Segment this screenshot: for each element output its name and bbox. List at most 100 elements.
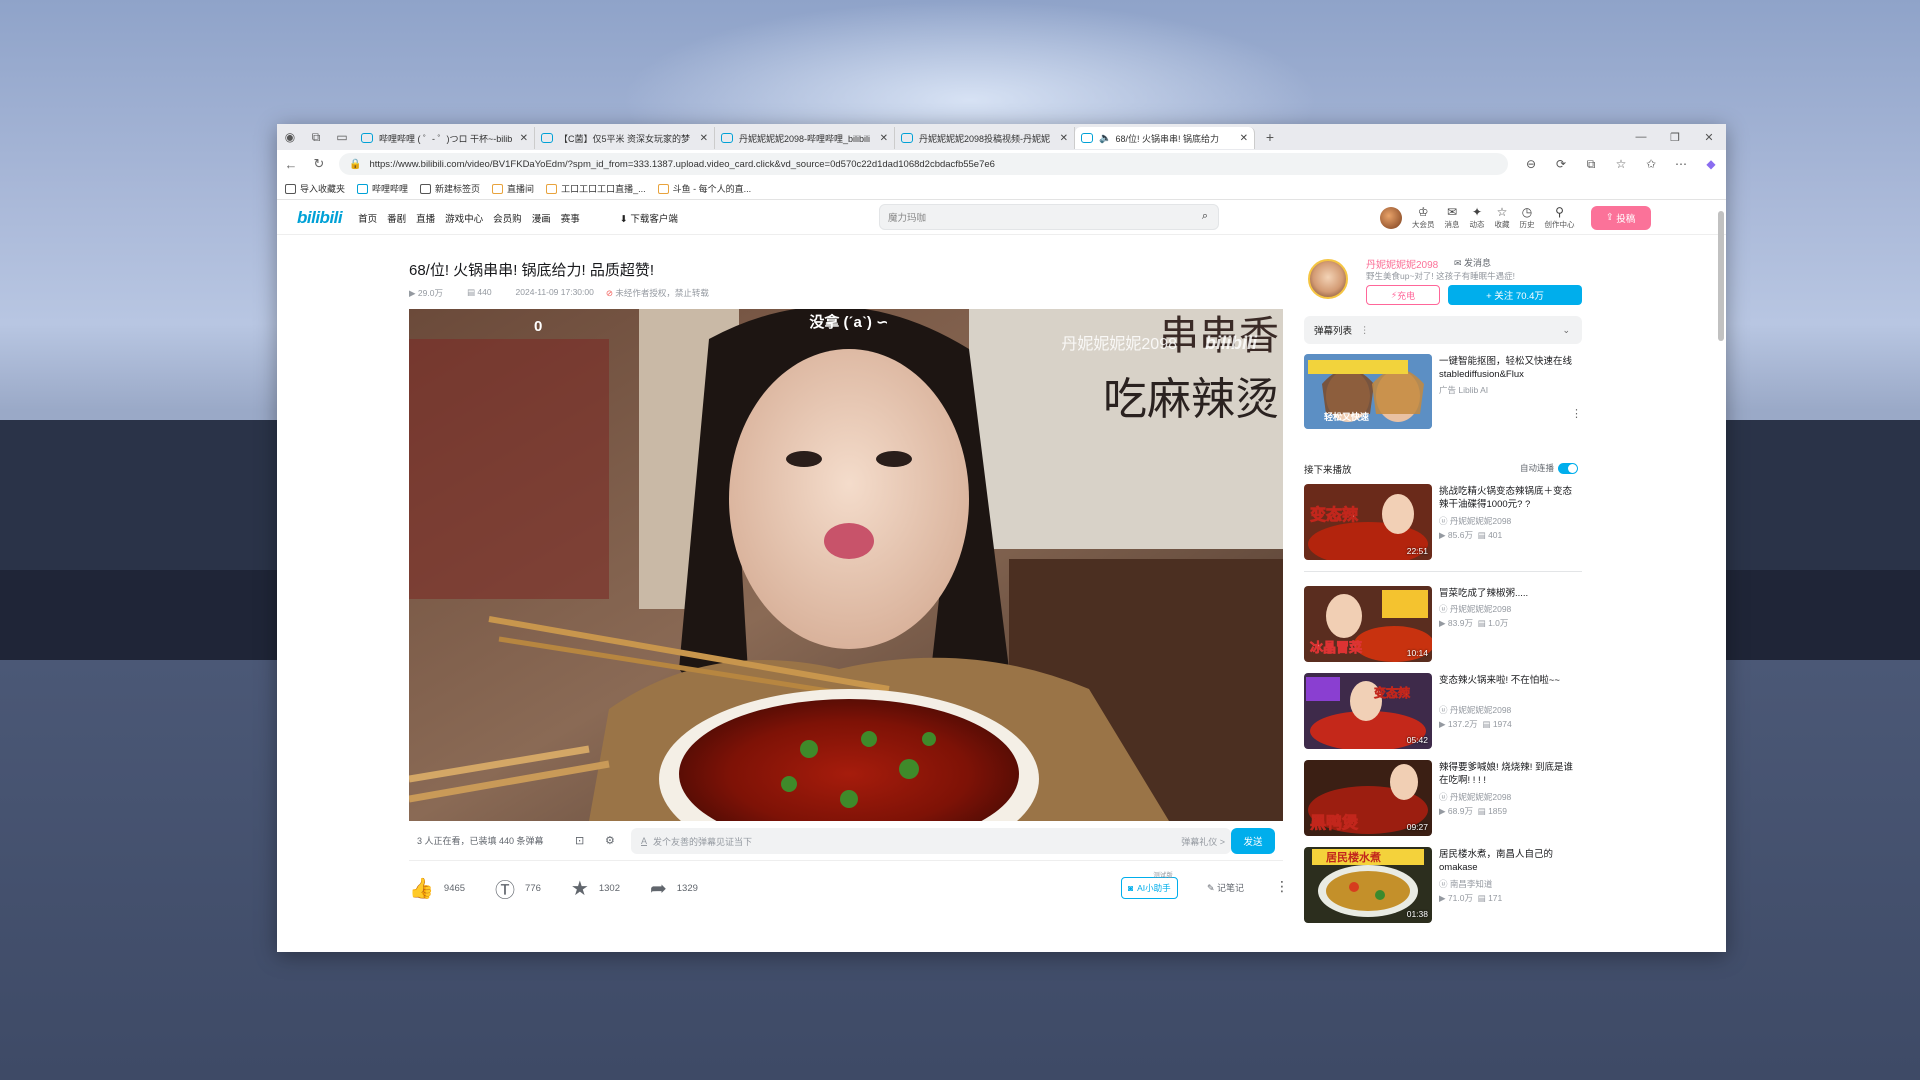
list-item[interactable]: 变态辣 22:51 挑战吃精火锅变态辣锅底＋变态辣干油碟得1000元? ? ⓤ … — [1304, 484, 1584, 564]
download-client-link[interactable]: ⬇ 下载客户端 — [620, 211, 688, 225]
video-thumbnail[interactable]: 冰晶冒菜 10:14 — [1304, 586, 1432, 662]
copilot-icon[interactable]: ◆ — [1696, 157, 1726, 172]
read-aloud-icon[interactable]: ⟳ — [1546, 157, 1576, 172]
note-button[interactable]: ✎ 记笔记 — [1207, 881, 1244, 894]
list-item[interactable]: 黑鸭煲 09:27 辣得要爹喊娘! 烧烧辣! 到底是谁在吃啊! ! ! ! ⓤ … — [1304, 760, 1584, 840]
uploader-avatar[interactable] — [1308, 259, 1348, 299]
video-player[interactable]: 吃麻辣烫 串串香 0 没拿 (ˊaˋ) ∽ 丹妮妮妮妮2098 bilibili — [409, 309, 1283, 821]
favorite-button[interactable]: ★ 1302 — [571, 876, 620, 901]
close-tab-icon[interactable]: ✕ — [880, 133, 888, 144]
speaker-icon[interactable]: 🔈 — [1099, 133, 1111, 144]
nav-anime[interactable]: 番剧 — [387, 211, 406, 225]
video-thumbnail[interactable]: 居民楼水煮 01:38 — [1304, 847, 1432, 923]
close-icon[interactable]: ✕ — [1692, 131, 1726, 144]
video-thumbnail[interactable]: 变态辣 22:51 — [1304, 484, 1432, 560]
back-icon[interactable]: ← — [277, 157, 305, 172]
list-item[interactable]: 冰晶冒菜 10:14 冒菜吃成了辣椒粥..... ⓤ 丹妮妮妮妮2098 ▶ 8… — [1304, 586, 1584, 666]
collections-icon[interactable]: ⧉ — [303, 124, 329, 150]
charge-button[interactable]: ⚡ 充电 — [1366, 285, 1440, 305]
refresh-icon[interactable]: ↻ — [305, 156, 333, 172]
video-title[interactable]: 挑战吃精火锅变态辣锅底＋变态辣干油碟得1000元? ? — [1439, 485, 1581, 511]
video-title[interactable]: 辣得要爹喊娘! 烧烧辣! 到底是谁在吃啊! ! ! ! — [1439, 761, 1581, 787]
video-title[interactable]: 变态辣火锅来啦! 不在怕啦~~ — [1439, 674, 1581, 687]
ad-more-icon[interactable]: ⋮ — [1571, 407, 1582, 420]
url-field[interactable]: 🔒 https://www.bilibili.com/video/BV1FKDa… — [339, 153, 1508, 175]
share-button[interactable]: ➦ 1329 — [650, 876, 698, 901]
author-name[interactable]: ⓤ 丹妮妮妮妮2098 — [1439, 791, 1511, 803]
more-options-icon[interactable]: ⋮ — [1275, 878, 1289, 895]
close-tab-icon[interactable]: ✕ — [700, 133, 708, 144]
message-button[interactable]: ✉ 消息 — [1445, 205, 1460, 230]
author-name[interactable]: ⓤ 丹妮妮妮妮2098 — [1439, 515, 1511, 527]
bookmark-item[interactable]: 导入收藏夹 — [285, 182, 345, 195]
nav-home[interactable]: 首页 — [358, 211, 377, 225]
danmaku-toggle-icon[interactable]: ⊡ — [575, 834, 584, 847]
dynamic-button[interactable]: ✦ 动态 — [1470, 205, 1485, 230]
restore-icon[interactable]: ❐ — [1658, 131, 1692, 144]
close-tab-icon[interactable]: ✕ — [1060, 133, 1068, 144]
list-item[interactable]: 居民楼水煮 01:38 居民楼水煮，南昌人自己的omakase ⓤ 南昌李知道 … — [1304, 847, 1584, 927]
danmaku-input[interactable]: A 发个友善的弹幕见证当下 — [631, 828, 1231, 854]
ai-assistant-button[interactable]: 测试版 ◙ AI小助手 — [1121, 872, 1178, 899]
nav-live[interactable]: 直播 — [416, 211, 435, 225]
upload-button[interactable]: ⇪ 投稿 — [1590, 205, 1651, 230]
danmaku-list-header[interactable]: 弹幕列表 ⋮ ⌄ — [1304, 316, 1582, 344]
list-item[interactable]: 变态辣 05:42 变态辣火锅来啦! 不在怕啦~~ ⓤ 丹妮妮妮妮2098 ▶ … — [1304, 673, 1584, 753]
author-name[interactable]: ⓤ 南昌李知道 — [1439, 878, 1492, 890]
bookmark-item[interactable]: 斗鱼 - 每个人的直... — [657, 182, 751, 195]
text-style-icon[interactable]: A — [641, 836, 647, 846]
bilibili-logo[interactable]: bilibili — [297, 208, 343, 228]
coin-button[interactable]: Ⓣ 776 — [495, 874, 541, 903]
favorites-button[interactable]: ☆ 收藏 — [1495, 205, 1510, 230]
creator-center-button[interactable]: ⚲ 创作中心 — [1545, 205, 1575, 230]
browser-tab[interactable]: 丹妮妮妮妮2098投稿视频-丹妮妮 ✕ — [895, 127, 1075, 149]
search-icon[interactable]: ⌕ — [1202, 210, 1208, 223]
user-avatar[interactable] — [1380, 206, 1402, 229]
bookmark-item[interactable]: 工口工口工口直播_... — [546, 182, 646, 195]
zoom-icon[interactable]: ⊖ — [1516, 157, 1546, 172]
ad-title[interactable]: 一键智能抠图，轻松又快速在线stablediffusion&Flux — [1439, 355, 1579, 381]
video-title[interactable]: 冒菜吃成了辣椒粥..... — [1439, 587, 1581, 600]
toggle-switch[interactable] — [1558, 462, 1579, 474]
close-tab-icon[interactable]: ✕ — [520, 133, 528, 144]
scrollbar-thumb[interactable] — [1718, 211, 1724, 341]
send-message-link[interactable]: ✉ 发消息 — [1454, 256, 1491, 269]
search-input[interactable]: 魔力玛咖 ⌕ — [879, 204, 1219, 230]
browser-tab-active[interactable]: 🔈 68/位! 火锅串串! 锅底给力 ✕ — [1075, 127, 1255, 149]
more-icon[interactable]: ⋯ — [1666, 157, 1696, 172]
nav-manga[interactable]: 漫画 — [532, 211, 551, 225]
author-name[interactable]: ⓤ 丹妮妮妮妮2098 — [1439, 704, 1511, 716]
vip-button[interactable]: ♔ 大会员 — [1412, 205, 1435, 230]
like-button[interactable]: 👍 9465 — [409, 876, 465, 901]
menu-dots-icon[interactable]: ⋮ — [1360, 325, 1370, 336]
ad-thumbnail[interactable]: 轻松又快速 — [1304, 354, 1432, 429]
browser-tab[interactable]: 【C菌】仅5平米 资深女玩家的梦 ✕ — [535, 127, 715, 149]
video-thumbnail[interactable]: 黑鸭煲 09:27 — [1304, 760, 1432, 836]
author-name[interactable]: ⓤ 丹妮妮妮妮2098 — [1439, 603, 1511, 615]
nav-shop[interactable]: 会员购 — [493, 211, 522, 225]
uploader-name[interactable]: 丹妮妮妮妮2098 — [1366, 256, 1438, 271]
bookmark-item[interactable]: 哔哩哔哩 — [357, 182, 408, 195]
video-thumbnail[interactable]: 变态辣 05:42 — [1304, 673, 1432, 749]
nav-game[interactable]: 游戏中心 — [445, 211, 483, 225]
autoplay-toggle[interactable]: 自动连播 — [1520, 462, 1579, 474]
nav-match[interactable]: 赛事 — [561, 211, 580, 225]
bookmark-item[interactable]: 直播间 — [492, 182, 534, 195]
favorites-icon[interactable]: ✩ — [1636, 157, 1666, 172]
browser-tab[interactable]: 丹妮妮妮妮2098-哔哩哔哩_bilibili ✕ — [715, 127, 895, 149]
favorite-star-icon[interactable]: ☆ — [1606, 157, 1636, 172]
chevron-down-icon[interactable]: ⌄ — [1562, 325, 1570, 336]
danmaku-etiquette-link[interactable]: 弹幕礼仪 > — [1181, 835, 1225, 848]
video-title[interactable]: 居民楼水煮，南昌人自己的omakase — [1439, 848, 1581, 874]
danmaku-settings-icon[interactable]: ⚙ — [605, 834, 615, 847]
new-tab-button[interactable]: + — [1259, 129, 1281, 145]
tab-actions-icon[interactable]: ▭ — [329, 124, 355, 150]
browser-tab[interactable]: 哔哩哔哩 ( ゜- ゜)つロ 干杯~-bilib ✕ — [355, 127, 535, 149]
send-danmaku-button[interactable]: 发送 — [1231, 828, 1275, 854]
bookmark-item[interactable]: 新建标签页 — [420, 182, 480, 195]
app-icon[interactable]: ⧉ — [1576, 157, 1606, 172]
minimize-icon[interactable]: — — [1624, 131, 1658, 144]
close-tab-icon[interactable]: ✕ — [1240, 133, 1248, 144]
follow-button[interactable]: + 关注 70.4万 — [1448, 285, 1582, 305]
lock-icon[interactable]: 🔒 — [349, 159, 361, 170]
